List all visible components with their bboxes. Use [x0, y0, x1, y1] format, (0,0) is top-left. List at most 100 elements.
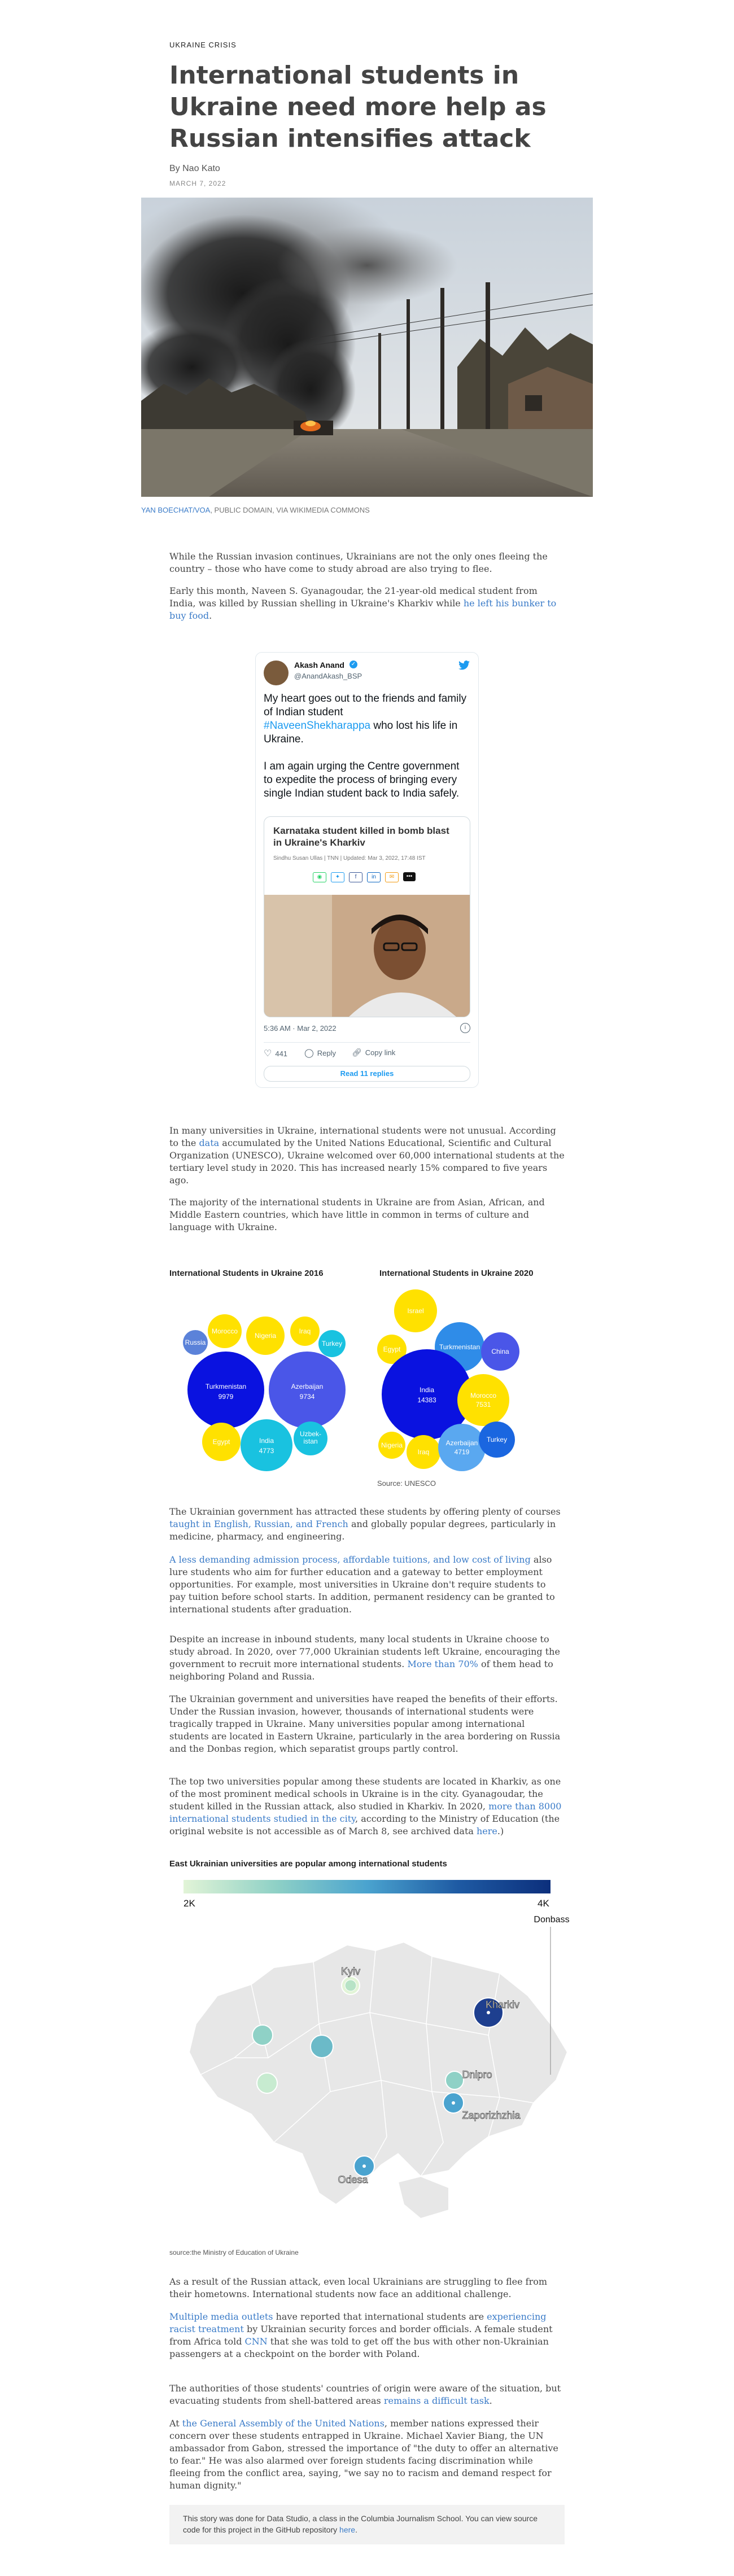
map-legend-bar: [184, 1880, 550, 1893]
photo-credit-link[interactable]: YAN BOECHAT/VOA: [141, 506, 210, 514]
tweet-divider: [264, 1042, 470, 1043]
city-marker-dnipro: [445, 2071, 464, 2090]
label-zaporizhzhia: Zaporizhzhia: [462, 2110, 521, 2121]
article-title: International students in Ukraine need m…: [169, 61, 547, 153]
map-legend-min: 2K: [184, 1898, 195, 1909]
label-2020-india: India: [420, 1386, 434, 1394]
value-2020-azerbaijan: 4719: [455, 1448, 470, 1456]
bubble-2016-india: [241, 1419, 292, 1471]
label-2016-egypt: Egypt: [213, 1438, 230, 1446]
seventy-percent-link[interactable]: More than 70%: [407, 1659, 478, 1669]
un-general-assembly-link[interactable]: the General Assembly of the United Natio…: [182, 2418, 385, 2429]
card-meta: Sindhu Susan Ullas | TNN | Updated: Mar …: [273, 855, 426, 861]
media-outlets-link[interactable]: Multiple media outlets: [169, 2311, 273, 2322]
copy-link-label: Copy link: [365, 1048, 396, 1057]
info-icon[interactable]: i: [460, 1023, 470, 1033]
bubble-2020-morocco: [457, 1374, 509, 1426]
bubble-chart-2016-title: International Students in Ukraine 2016: [169, 1269, 324, 1278]
bubble-chart-2020: Israel Egypt Turkmenistan China India 14…: [377, 1289, 519, 1471]
like-count: 441: [275, 1049, 288, 1058]
label-kharkiv: Kharkiv: [486, 1999, 519, 2010]
tweet-link-card[interactable]: Karnataka student killed in bomb blast i…: [264, 816, 470, 1017]
crimea: [397, 2175, 449, 2220]
map-legend-max: 4K: [538, 1898, 549, 1909]
paragraph-4: The majority of the international studen…: [169, 1197, 545, 1232]
paragraph-13: At the General Assembly of the United Na…: [169, 2418, 558, 2491]
label-2016-uzbekistan-b: istan: [303, 1437, 317, 1445]
city-marker-kyiv-inner: [344, 1979, 357, 1992]
label-2020-china: China: [491, 1348, 509, 1355]
city-marker-odesa-dot: [362, 2164, 366, 2168]
paragraph-12: The authorities of those students' count…: [169, 2383, 561, 2406]
paragraph-1: While the Russian invasion continues, Uk…: [169, 551, 548, 574]
bubble-charts: Morocco Nigeria Iraq Russia Turkey Turkm…: [183, 1289, 519, 1471]
label-kyiv: Kyiv: [341, 1966, 360, 1977]
photo-credit-text: , PUBLIC DOMAIN, VIA WIKIMEDIA COMMONS: [210, 506, 370, 514]
city-marker-vinnytsia: [310, 2035, 334, 2058]
difficult-task-link[interactable]: remains a difficult task: [384, 2395, 490, 2406]
label-2016-india: India: [259, 1437, 274, 1445]
read-replies-button[interactable]: Read 11 replies: [264, 1066, 470, 1082]
label-2020-turkmenistan: Turkmenistan: [439, 1343, 480, 1351]
label-2020-israel: Israel: [407, 1307, 423, 1315]
city-marker-southwest: [256, 2072, 278, 2094]
admission-link[interactable]: A less demanding admission process, affo…: [169, 1554, 531, 1565]
avatar[interactable]: [264, 661, 289, 685]
unesco-data-link[interactable]: data: [199, 1138, 219, 1148]
paragraph-5: The Ukrainian government has attracted t…: [169, 1506, 561, 1542]
tweet-hashtag-link[interactable]: #NaveenShekharappa: [264, 720, 370, 732]
tweet-author-name[interactable]: Akash Anand: [294, 661, 344, 670]
copy-link-action[interactable]: 🔗︎ Copy link: [352, 1048, 395, 1057]
paragraph-6: A less demanding admission process, affo…: [169, 1554, 555, 1615]
cnn-link[interactable]: CNN: [245, 2336, 268, 2347]
byline: By Nao Kato: [169, 164, 220, 173]
label-2020-iraq: Iraq: [418, 1448, 430, 1456]
bubble-chart-2020-title: International Students in Ukraine 2020: [379, 1269, 534, 1278]
archived-data-link[interactable]: here: [477, 1826, 497, 1836]
bubble-2020-azerbaijan: [438, 1424, 486, 1471]
value-2016-india: 4773: [259, 1447, 274, 1455]
section-kicker: UKRAINE CRISIS: [169, 41, 237, 49]
ukraine-map: Kyiv Kharkiv Dnipro Zaporizhzhia Odesa D…: [188, 1915, 570, 2220]
project-note: This story was done for Data Studio, a c…: [169, 2505, 565, 2544]
hero-photo: [141, 198, 593, 497]
paragraph-7: Despite an increase in inbound students,…: [169, 1634, 560, 1682]
label-dnipro: Dnipro: [462, 2069, 492, 2080]
value-2020-india: 14383: [417, 1396, 436, 1404]
label-2016-morocco: Morocco: [212, 1327, 238, 1335]
label-2016-uzbekistan-a: Uzbek-: [300, 1430, 321, 1438]
label-2016-russia: Russia: [185, 1339, 206, 1346]
label-2020-turkey: Turkey: [487, 1436, 507, 1444]
whatsapp-icon: ◉: [313, 872, 326, 882]
label-odesa: Odesa: [338, 2174, 368, 2185]
languages-link[interactable]: taught in English, Russian, and French: [169, 1519, 348, 1529]
label-donbass: Donbass: [534, 1915, 569, 1925]
label-2016-turkmenistan: Turkmenistan: [206, 1383, 246, 1390]
bubble-chart-source: Source: UNESCO: [377, 1479, 436, 1488]
twitter-icon: ✦: [331, 872, 344, 882]
publish-date: MARCH 7, 2022: [169, 180, 226, 187]
embedded-tweet: Akash Anand ✓ @AnandAkash_BSP My heart g…: [255, 652, 479, 1088]
city-marker-zaporizhzhia-dot: [452, 2101, 455, 2105]
label-2020-morocco: Morocco: [470, 1392, 496, 1399]
map-source: source:the Ministry of Education of Ukra…: [169, 2249, 299, 2256]
tweet-author-handle[interactable]: @AnandAkash_BSP: [294, 672, 362, 680]
label-2016-iraq: Iraq: [299, 1327, 311, 1335]
city-marker-western: [252, 2024, 273, 2046]
card-photo: [264, 895, 470, 1017]
linkedin-icon: in: [367, 872, 381, 882]
twitter-bird-icon[interactable]: [458, 661, 470, 673]
project-note-text: This story was done for Data Studio, a c…: [183, 2514, 538, 2534]
heart-icon: ♡: [264, 1049, 272, 1059]
reply-action[interactable]: ◯ Reply: [304, 1048, 336, 1058]
paragraph-8: The Ukrainian government and universitie…: [169, 1694, 561, 1754]
card-share-icons: ◉ ✦ f in ✉ •••: [313, 872, 416, 882]
paragraph-11: Multiple media outlets have reported tha…: [169, 2311, 553, 2359]
like-action[interactable]: ♡ 441: [264, 1048, 287, 1059]
ukraine-outline: [188, 1941, 569, 2206]
label-2016-turkey: Turkey: [322, 1340, 342, 1348]
label-2020-nigeria: Nigeria: [381, 1441, 403, 1449]
email-icon: ✉: [385, 872, 399, 882]
tweet-timestamp[interactable]: 5:36 AM · Mar 2, 2022: [264, 1024, 337, 1033]
github-repo-link[interactable]: here: [339, 2525, 355, 2534]
